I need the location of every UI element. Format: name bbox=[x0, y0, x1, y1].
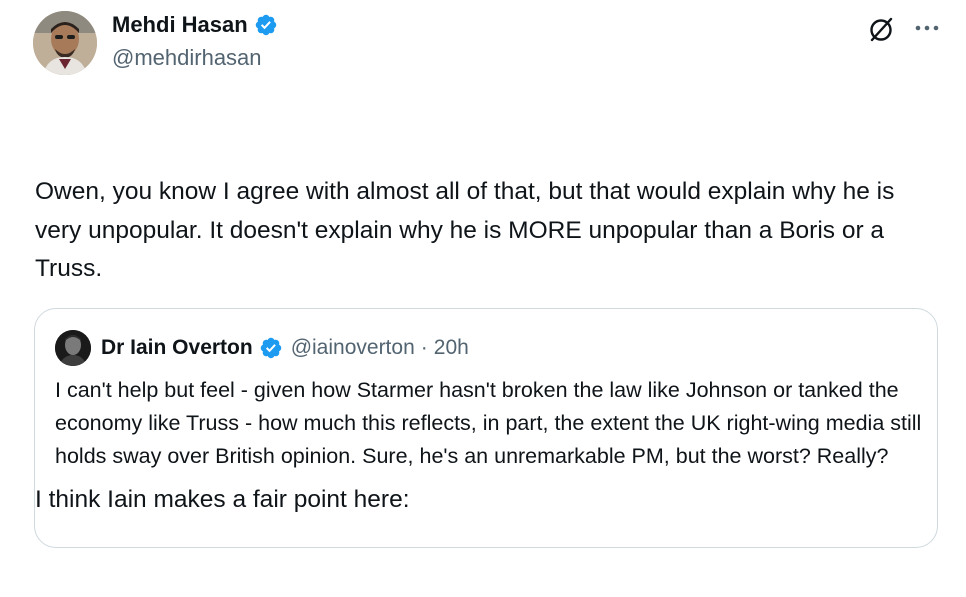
quoted-tweet-time[interactable]: 20h bbox=[434, 336, 469, 360]
verified-badge-icon bbox=[260, 337, 281, 359]
more-icon[interactable] bbox=[912, 15, 942, 41]
quoted-tweet-text: I can't help but feel - given how Starme… bbox=[55, 378, 922, 468]
tweet: Mehdi Hasan @mehdirhasan Owen, you know … bbox=[0, 0, 966, 548]
tweet-paragraph: Owen, you know I agree with almost all o… bbox=[35, 178, 902, 282]
author-handle[interactable]: @mehdirhasan bbox=[112, 43, 262, 73]
quoted-author-handle[interactable]: @iainoverton bbox=[291, 336, 415, 360]
grok-icon[interactable] bbox=[866, 15, 896, 45]
dot-separator: · bbox=[420, 336, 428, 359]
quoted-author-name[interactable]: Dr Iain Overton bbox=[101, 336, 253, 360]
quoted-author-avatar[interactable] bbox=[55, 330, 91, 366]
author-avatar[interactable] bbox=[33, 11, 97, 75]
quoted-tweet[interactable]: Dr Iain Overton @iainoverton · 20h I can… bbox=[34, 308, 938, 548]
author-name[interactable]: Mehdi Hasan bbox=[112, 10, 248, 40]
author-name-row[interactable]: Mehdi Hasan bbox=[112, 10, 278, 40]
quoted-tweet-header: Dr Iain Overton @iainoverton · 20h bbox=[55, 330, 469, 366]
verified-badge-icon bbox=[255, 14, 276, 36]
